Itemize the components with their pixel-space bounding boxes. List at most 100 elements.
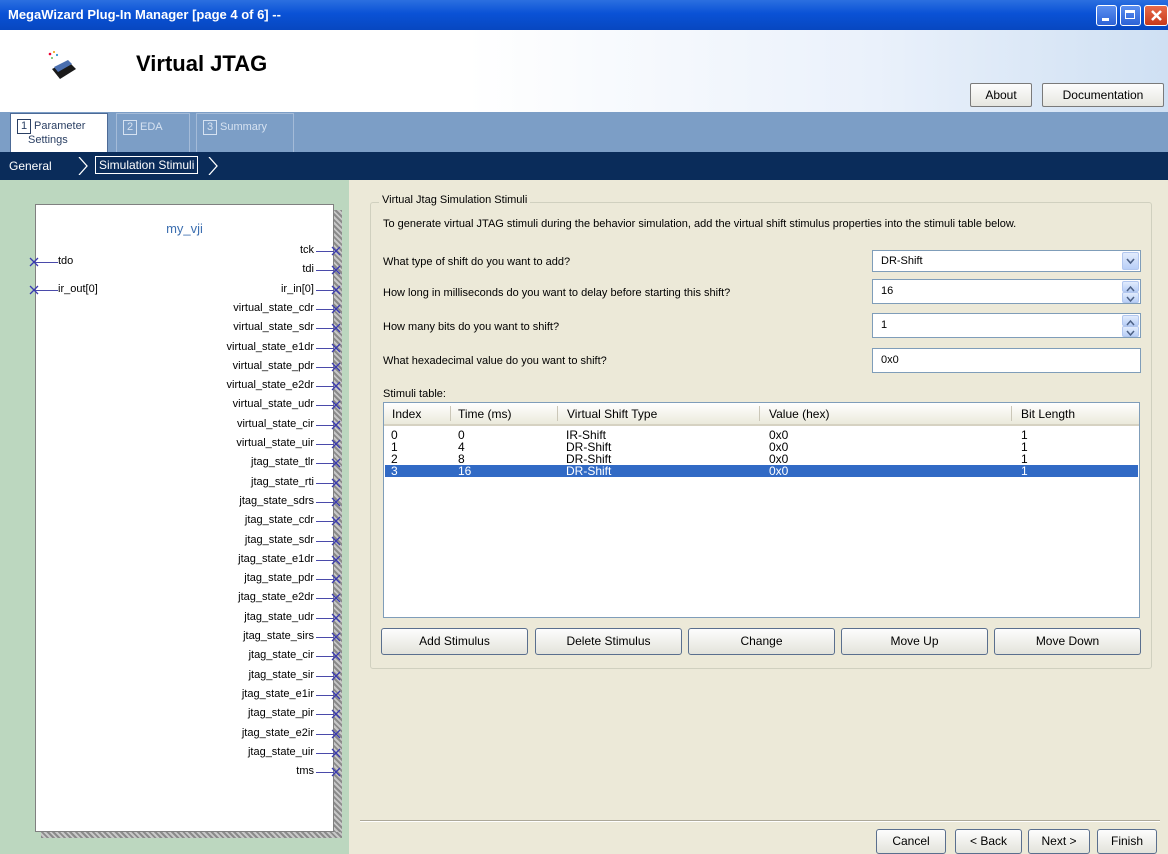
stimuli-table[interactable]: Index Time (ms) Virtual Shift Type Value… (383, 402, 1140, 618)
output-pin-marker (331, 497, 341, 507)
output-pin-marker (331, 555, 341, 565)
column-header[interactable]: Time (ms) (458, 407, 512, 421)
output-pin-marker (331, 593, 341, 603)
output-pin-label: jtag_state_pir (247, 707, 314, 719)
about-button[interactable]: About (970, 83, 1032, 107)
output-pin-marker (331, 478, 341, 488)
output-pin-marker (331, 381, 341, 391)
breadcrumb: General Simulation Stimuli (0, 152, 1168, 180)
column-header[interactable]: Virtual Shift Type (567, 407, 657, 421)
output-pin-label: virtual_state_uir (236, 437, 314, 449)
spin-up-button[interactable] (1122, 281, 1139, 292)
dropdown-button[interactable] (1122, 252, 1139, 270)
table-cell: 3 (391, 464, 398, 478)
column-header[interactable]: Index (392, 407, 421, 421)
delay-spinbox[interactable]: 16 (872, 279, 1141, 304)
move-up-button[interactable]: Move Up (841, 628, 988, 655)
column-divider[interactable] (450, 406, 451, 421)
tab-parameter-settings[interactable]: 1 Parameter Settings (10, 113, 108, 152)
output-pin-label: tms (296, 765, 314, 777)
breadcrumb-general[interactable]: General (9, 159, 52, 173)
add-stimulus-button[interactable]: Add Stimulus (381, 628, 528, 655)
output-pin-label: jtag_state_pdr (244, 572, 314, 584)
table-header: Index Time (ms) Virtual Shift Type Value… (384, 403, 1139, 426)
column-divider[interactable] (557, 406, 558, 421)
output-pin-label: jtag_state_cdr (244, 514, 314, 526)
close-icon (1151, 10, 1162, 21)
shift-type-select[interactable]: DR-Shift (872, 250, 1141, 272)
output-pin-label: tdi (302, 263, 314, 275)
bits-spinbox[interactable]: 1 (872, 313, 1141, 338)
output-pin-marker (331, 651, 341, 661)
minimize-button[interactable] (1096, 5, 1117, 26)
column-divider[interactable] (759, 406, 760, 421)
output-pin-label: virtual_state_cdr (233, 302, 314, 314)
page-title: Virtual JTAG (136, 51, 268, 76)
column-divider[interactable] (1011, 406, 1012, 421)
output-pin-label: jtag_state_e1ir (241, 688, 314, 700)
output-pin-label: jtag_state_uir (247, 746, 314, 758)
output-pin-label: ir_in[0] (280, 283, 314, 295)
maximize-button[interactable] (1120, 5, 1141, 26)
output-pin-marker (331, 709, 341, 719)
output-pin-label: jtag_state_sdrs (239, 495, 314, 507)
cancel-button[interactable]: Cancel (876, 829, 946, 854)
spin-up-button[interactable] (1122, 315, 1139, 326)
output-pin-marker (331, 613, 341, 623)
tab-number: 3 (203, 120, 217, 135)
tab-eda[interactable]: 2 EDA (116, 113, 190, 152)
breadcrumb-simulation-stimuli[interactable]: Simulation Stimuli (95, 156, 199, 174)
output-pin-label: virtual_state_sdr (233, 321, 314, 333)
column-header[interactable]: Value (hex) (769, 407, 829, 421)
output-pin-label: jtag_state_e2ir (241, 727, 314, 739)
bits-value: 1 (881, 319, 888, 331)
output-pin-marker (331, 767, 341, 777)
spin-down-button[interactable] (1122, 292, 1139, 303)
column-header[interactable]: Bit Length (1021, 407, 1075, 421)
output-pin-marker (331, 748, 341, 758)
shift-type-value: DR-Shift (881, 255, 923, 267)
groupbox-legend: Virtual Jtag Simulation Stimuli (379, 194, 531, 206)
next-button[interactable]: Next > (1028, 829, 1090, 854)
output-pin-marker (331, 632, 341, 642)
tab-label: Summary (220, 121, 268, 133)
table-row[interactable]: 3 16 DR-Shift 0x0 1 (385, 465, 1138, 477)
input-pin-label: ir_out[0] (58, 283, 98, 295)
divider (360, 820, 1160, 822)
wizard-icon (48, 51, 76, 79)
window-title: MegaWizard Plug-In Manager [page 4 of 6]… (8, 7, 281, 22)
output-pin-marker (331, 343, 341, 353)
output-pin-marker (331, 304, 341, 314)
output-pin-marker (331, 516, 341, 526)
delete-stimulus-button[interactable]: Delete Stimulus (535, 628, 682, 655)
symbol-instance-name: my_vji (166, 221, 203, 236)
output-pin-marker (331, 420, 341, 430)
output-pin-marker (331, 323, 341, 333)
output-pin-marker (331, 536, 341, 546)
output-pin-marker (331, 690, 341, 700)
move-down-button[interactable]: Move Down (994, 628, 1141, 655)
delay-label: How long in milliseconds do you want to … (383, 287, 731, 299)
change-button[interactable]: Change (688, 628, 835, 655)
output-pin-marker (331, 362, 341, 372)
tab-summary[interactable]: 3 Summary (196, 113, 294, 152)
output-pin-marker (331, 458, 341, 468)
delay-value: 16 (881, 285, 894, 297)
input-pin-label: tdo (58, 255, 74, 267)
symbol-shadow (41, 832, 342, 838)
output-pin-marker (331, 671, 341, 681)
tab-label: EDA (140, 121, 163, 133)
spin-down-button[interactable] (1122, 326, 1139, 337)
documentation-button[interactable]: Documentation (1042, 83, 1164, 107)
output-pin-label: virtual_state_e1dr (226, 341, 314, 353)
output-pin-label: jtag_state_rti (251, 476, 314, 488)
output-pin-label: jtag_state_e1dr (238, 553, 314, 565)
output-pin-label: jtag_state_udr (244, 611, 314, 623)
table-cell: DR-Shift (566, 464, 612, 478)
back-button[interactable]: < Back (955, 829, 1022, 854)
hex-value-input[interactable]: 0x0 (872, 348, 1141, 373)
close-button[interactable] (1144, 5, 1168, 26)
chevron-down-icon (1126, 258, 1135, 265)
output-pin-label: jtag_state_sir (248, 669, 314, 681)
finish-button[interactable]: Finish (1097, 829, 1157, 854)
